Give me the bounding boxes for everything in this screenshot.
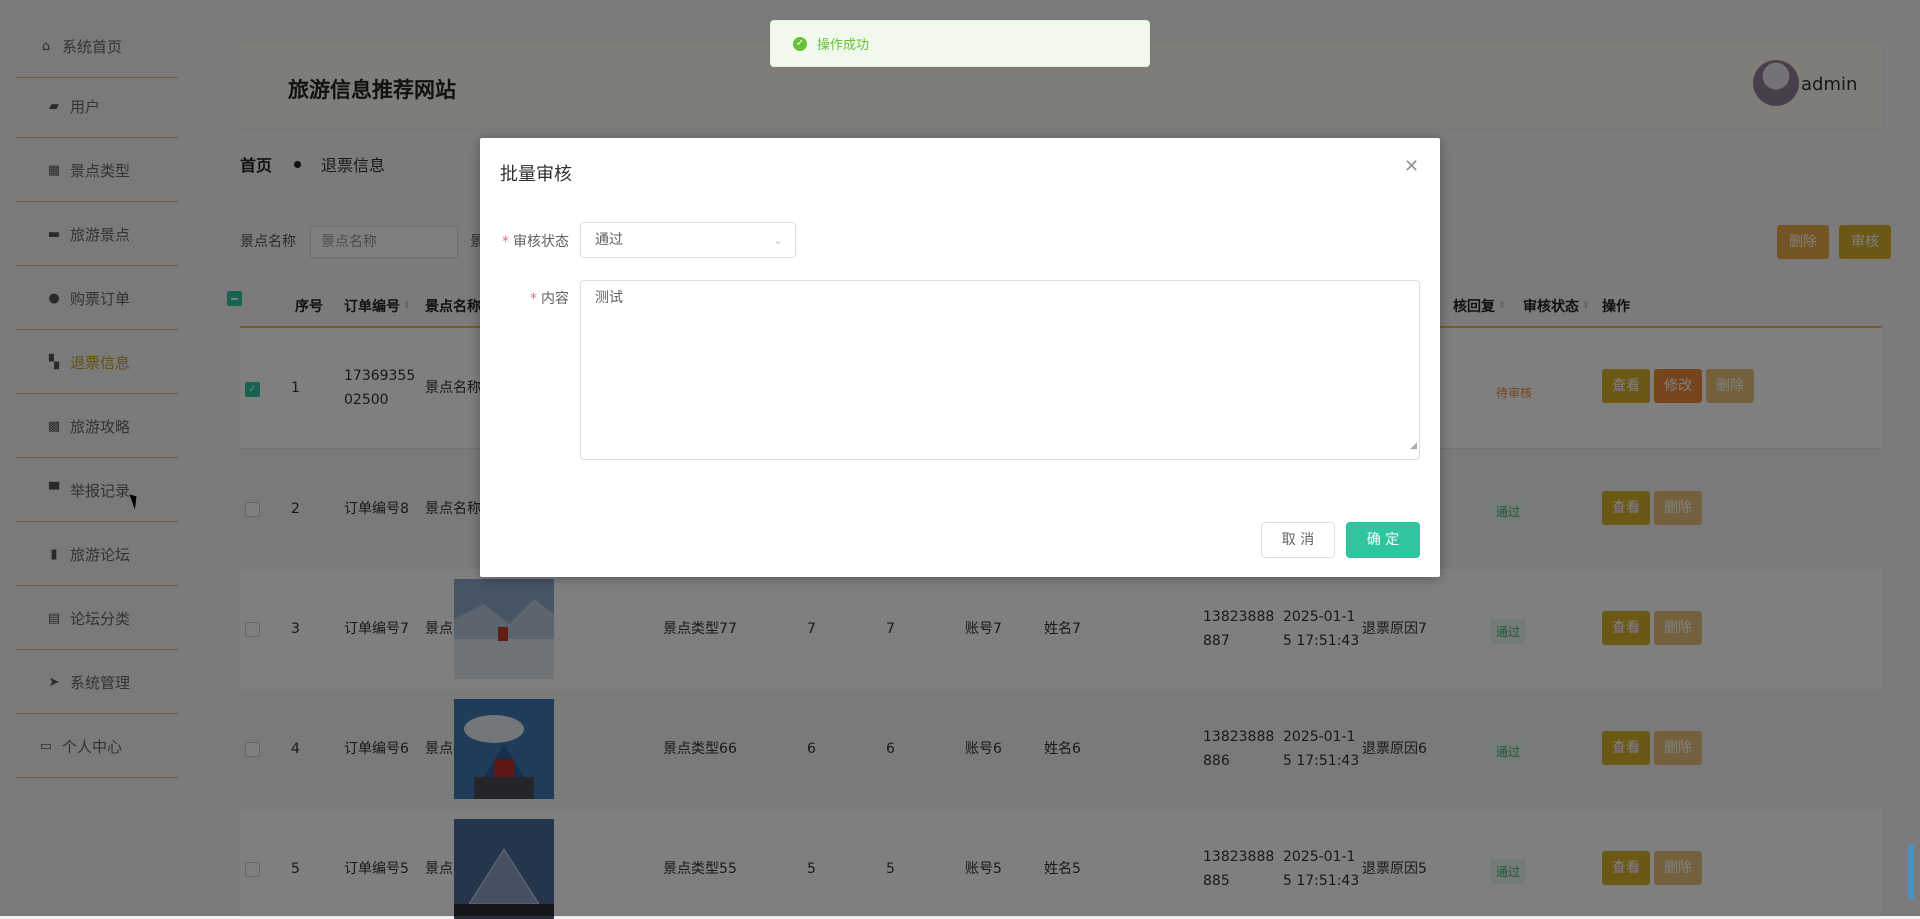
required-mark: * bbox=[502, 234, 509, 250]
close-icon[interactable]: ✕ bbox=[1404, 156, 1419, 177]
chevron-down-icon: ⌄ bbox=[772, 233, 783, 247]
success-toast: ✓ 操作成功 bbox=[770, 20, 1150, 67]
toast-message: 操作成功 bbox=[817, 38, 870, 53]
status-field-label: * 审核状态 bbox=[502, 231, 569, 251]
dialog-title: 批量审核 bbox=[500, 164, 572, 185]
review-status-value: 通过 bbox=[595, 232, 623, 248]
cancel-button[interactable]: 取 消 bbox=[1261, 522, 1335, 558]
review-status-select[interactable]: 通过 ⌄ bbox=[580, 222, 796, 258]
status-label-text: 审核状态 bbox=[513, 234, 569, 250]
confirm-button[interactable]: 确 定 bbox=[1346, 522, 1420, 558]
review-content-value: 测试 bbox=[595, 290, 623, 306]
review-content-textarea[interactable]: 测试 ◢ bbox=[580, 280, 1420, 460]
resize-handle-icon[interactable]: ◢ bbox=[1410, 435, 1417, 457]
required-mark: * bbox=[530, 291, 537, 307]
batch-review-dialog: 批量审核 ✕ * 审核状态 通过 ⌄ * 内容 测试 ◢ 取 消 确 定 bbox=[480, 138, 1440, 577]
check-circle-icon: ✓ bbox=[793, 36, 807, 51]
content-label-text: 内容 bbox=[541, 291, 569, 307]
scroll-indicator[interactable] bbox=[1908, 844, 1914, 900]
content-field-label: * 内容 bbox=[530, 288, 569, 308]
